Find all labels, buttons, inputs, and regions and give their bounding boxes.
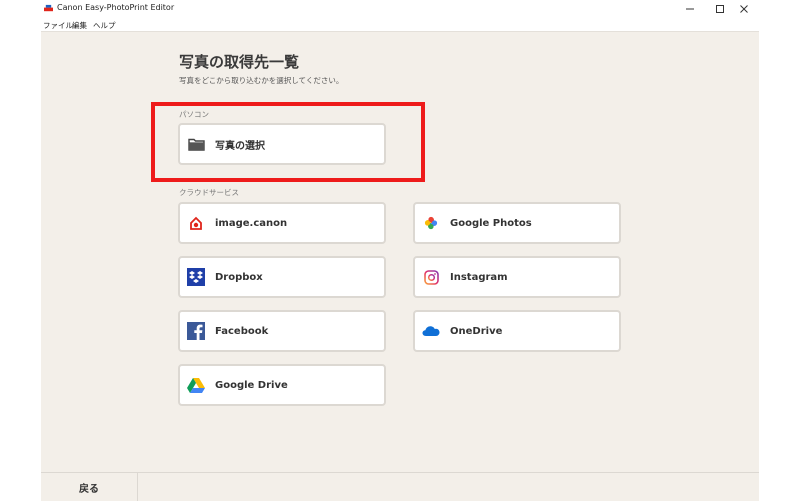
facebook-label: Facebook — [215, 325, 269, 337]
menu-bar: ファイル 編集 ヘルプ — [41, 18, 759, 32]
onedrive-label: OneDrive — [450, 325, 503, 337]
google-photos-label: Google Photos — [450, 217, 532, 229]
window-title: Canon Easy-PhotoPrint Editor — [57, 3, 175, 12]
dropbox-icon — [187, 268, 205, 286]
google-drive-icon — [187, 376, 205, 394]
image-canon-icon — [187, 214, 205, 232]
maximize-icon — [716, 5, 724, 13]
minimize-button[interactable] — [675, 0, 705, 18]
back-button[interactable]: 戻る — [41, 473, 138, 501]
section-label-cloud: クラウドサービス — [179, 188, 239, 197]
instagram-label: Instagram — [450, 271, 508, 283]
highlight-box — [151, 102, 425, 182]
back-button-label: 戻る — [79, 483, 99, 495]
facebook-button[interactable]: Facebook — [178, 310, 386, 352]
menu-help[interactable]: ヘルプ — [93, 20, 116, 31]
menu-file[interactable]: ファイル — [43, 20, 73, 31]
app-logo-icon — [44, 4, 53, 12]
close-button[interactable] — [729, 0, 759, 18]
close-icon — [740, 5, 748, 13]
facebook-icon — [187, 322, 205, 340]
onedrive-icon — [422, 322, 440, 340]
instagram-icon — [422, 268, 440, 286]
dropbox-label: Dropbox — [215, 271, 263, 283]
page-subtitle: 写真をどこから取り込むかを選択してください。 — [179, 76, 344, 85]
footer-bar: 戻る — [41, 472, 759, 501]
instagram-button[interactable]: Instagram — [413, 256, 621, 298]
image-canon-button[interactable]: image.canon — [178, 202, 386, 244]
google-photos-icon — [422, 214, 440, 232]
google-drive-label: Google Drive — [215, 379, 288, 391]
menu-edit[interactable]: 編集 — [72, 20, 87, 31]
title-bar: Canon Easy-PhotoPrint Editor — [41, 0, 759, 18]
onedrive-button[interactable]: OneDrive — [413, 310, 621, 352]
main-content: 写真の取得先一覧 写真をどこから取り込むかを選択してください。 パソコン 写真の… — [41, 32, 759, 472]
app-window: Canon Easy-PhotoPrint Editor ファイル 編集 ヘルプ… — [41, 0, 759, 501]
dropbox-button[interactable]: Dropbox — [178, 256, 386, 298]
page-title: 写真の取得先一覧 — [179, 53, 300, 71]
minimize-icon — [686, 8, 694, 10]
image-canon-label: image.canon — [215, 217, 288, 229]
google-photos-button[interactable]: Google Photos — [413, 202, 621, 244]
google-drive-button[interactable]: Google Drive — [178, 364, 386, 406]
